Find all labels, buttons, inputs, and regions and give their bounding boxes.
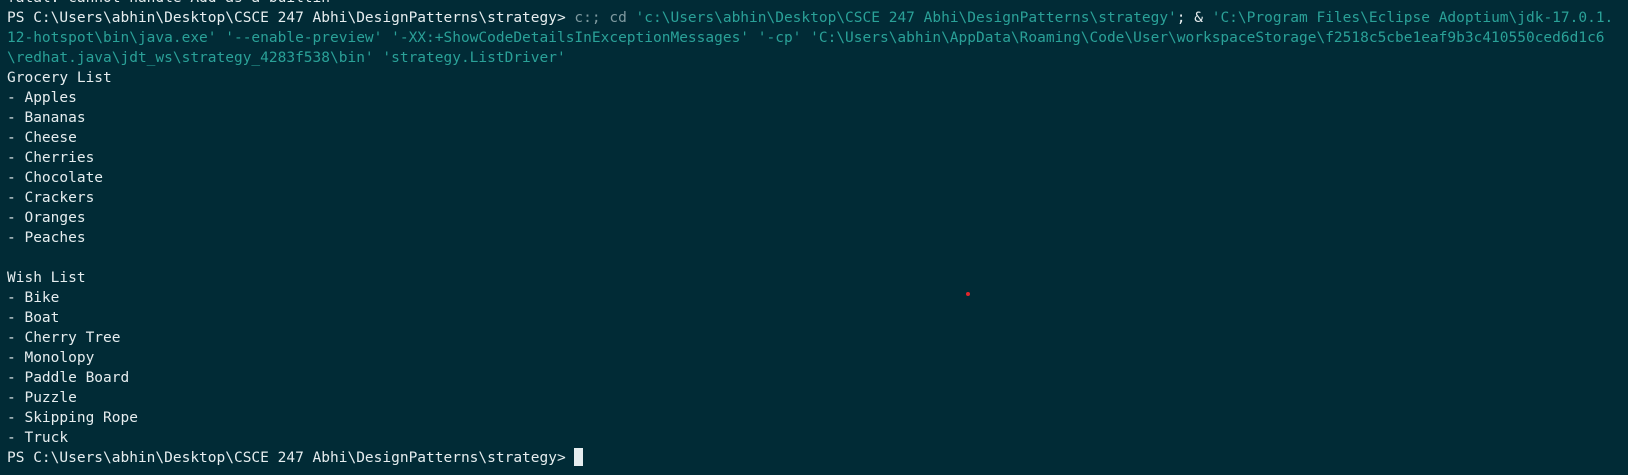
- command-amp: ; &: [1176, 10, 1212, 26]
- text-cursor: [574, 448, 584, 466]
- list-item: - Truck: [7, 430, 69, 446]
- final-prompt-text: PS C:\Users\abhin\Desktop\CSCE 247 Abhi\…: [7, 450, 575, 466]
- final-prompt-line[interactable]: PS C:\Users\abhin\Desktop\CSCE 247 Abhi\…: [7, 448, 1621, 468]
- list-item: - Apples: [7, 90, 77, 106]
- list-item: - Bananas: [7, 110, 86, 126]
- red-dot-marker: [966, 292, 970, 296]
- list-item: - Bike: [7, 290, 60, 306]
- list-item: - Cherry Tree: [7, 330, 121, 346]
- list-item: - Boat: [7, 310, 60, 326]
- list-item: - Crackers: [7, 190, 95, 206]
- list-item: - Monolopy: [7, 350, 95, 366]
- list-item: - Oranges: [7, 210, 86, 226]
- terminal-panel[interactable]: fatal: cannot handle Add as a builtin PS…: [0, 0, 1628, 475]
- prior-output-line: fatal: cannot handle Add as a builtin: [7, 0, 1621, 8]
- list-item: - Chocolate: [7, 170, 104, 186]
- list-item: - Paddle Board: [7, 370, 130, 386]
- list-item: - Cherries: [7, 150, 95, 166]
- grocery-list-title: Grocery List: [7, 70, 112, 86]
- prompt-text: PS C:\Users\abhin\Desktop\CSCE 247 Abhi\…: [7, 10, 566, 26]
- command-line: PS C:\Users\abhin\Desktop\CSCE 247 Abhi\…: [7, 8, 1621, 68]
- list-item: - Puzzle: [7, 390, 77, 406]
- list-item: - Skipping Rope: [7, 410, 138, 426]
- command-cd: c:; cd: [565, 10, 636, 26]
- list-item: - Cheese: [7, 130, 77, 146]
- list-item: - Peaches: [7, 230, 86, 246]
- wish-list-title: Wish List: [7, 270, 86, 286]
- command-path: 'c:\Users\abhin\Desktop\CSCE 247 Abhi\De…: [635, 10, 1177, 26]
